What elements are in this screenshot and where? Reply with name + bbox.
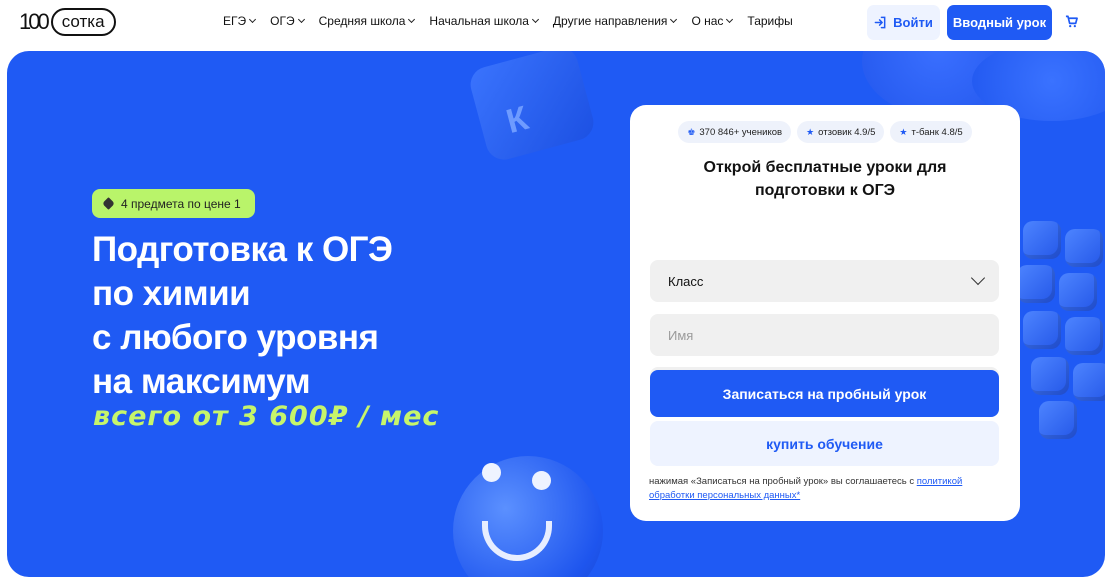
nav-label: Другие направления (552, 14, 668, 28)
name-field[interactable]: Имя (650, 314, 999, 356)
decor-key (1039, 401, 1077, 439)
decor-key (1023, 311, 1061, 349)
hero-title-line: на максимум (92, 362, 311, 401)
hero-title-line: Подготовка к ОГЭ (92, 230, 393, 269)
nav-item-middle-school[interactable]: Средняя школа (318, 14, 416, 28)
smiley-eye (532, 471, 551, 490)
stat-text: 370 846+ учеников (699, 126, 783, 138)
nav-item-about[interactable]: О нас (691, 14, 734, 28)
stat-otzovik: ★ отзовик 4.9/5 (797, 121, 885, 143)
star-icon: ★ (806, 126, 815, 137)
name-field-placeholder: Имя (668, 327, 694, 343)
nav-item-oge[interactable]: ОГЭ (270, 14, 305, 28)
decor-keyboard (1017, 201, 1105, 461)
signup-form-card: ♚ 370 846+ учеников ★ отзовик 4.9/5 ★ т-… (630, 105, 1020, 521)
decor-key (1017, 265, 1055, 303)
chevron-down-icon (297, 15, 305, 24)
stats-row: ♚ 370 846+ учеников ★ отзовик 4.9/5 ★ т-… (630, 121, 1020, 143)
promo-badge: 4 предмета по цене 1 (92, 189, 255, 218)
decor-cube (466, 51, 598, 164)
hero-price: всего от 3 600₽ / мес (93, 401, 440, 432)
login-label: Войти (893, 15, 933, 30)
stat-students: ♚ 370 846+ учеников (678, 121, 792, 143)
people-icon: ♚ (687, 126, 696, 137)
chevron-down-icon (249, 15, 257, 24)
nav-label: О нас (691, 14, 724, 28)
nav-item-pricing[interactable]: Тарифы (747, 14, 792, 28)
hero-title: Подготовка к ОГЭ по химии с любого уровн… (92, 228, 552, 404)
nav-item-primary-school[interactable]: Начальная школа (429, 14, 539, 28)
hero-banner: К 4 предмета по цене 1 Подготовка к ОГЭ … (7, 51, 1105, 577)
promo-badge-text: 4 предмета по цене 1 (121, 196, 241, 211)
intro-lesson-button[interactable]: Вводный урок (947, 5, 1052, 40)
class-select-value: Класс (668, 273, 704, 289)
class-select[interactable]: Класс (650, 260, 999, 302)
nav-label: Тарифы (747, 14, 793, 28)
site-header: 100 сотка ЕГЭ ОГЭ Средняя школа Начальна… (0, 0, 1113, 48)
stat-text: т-банк 4.8/5 (911, 126, 963, 138)
chevron-down-icon (408, 15, 416, 24)
chevron-down-icon (970, 270, 986, 286)
consent-text: нажимая «Записаться на пробный урок» вы … (649, 476, 917, 487)
nav-label: Средняя школа (318, 14, 406, 28)
main-nav: ЕГЭ ОГЭ Средняя школа Начальная школа Др… (223, 14, 808, 28)
hero-title-line: по химии (92, 274, 251, 313)
login-button[interactable]: Войти (867, 5, 940, 40)
logo[interactable]: 100 сотка (19, 8, 116, 36)
nav-label: ОГЭ (270, 14, 295, 28)
hero-title-line: с любого уровня (92, 318, 379, 357)
buy-course-button[interactable]: купить обучение (650, 421, 999, 466)
nav-item-ege[interactable]: ЕГЭ (223, 14, 257, 28)
nav-label: Начальная школа (429, 14, 529, 28)
decor-key (1031, 357, 1069, 395)
trial-lesson-button[interactable]: Записаться на пробный урок (650, 370, 999, 417)
nav-item-other[interactable]: Другие направления (552, 14, 678, 28)
smiley-eye (482, 463, 501, 482)
star-icon: ★ (899, 126, 908, 137)
decor-key (1065, 229, 1103, 267)
stat-tbank: ★ т-банк 4.8/5 (890, 121, 972, 143)
logo-word: сотка (50, 8, 116, 36)
decor-key (1073, 363, 1105, 401)
logo-number: 100 (19, 9, 50, 34)
chevron-down-icon (670, 15, 678, 24)
decor-key (1065, 317, 1103, 355)
login-icon (874, 16, 886, 29)
stat-text: отзовик 4.9/5 (818, 126, 876, 138)
decor-key (1059, 273, 1097, 311)
tag-icon (102, 197, 115, 210)
decor-key (1023, 221, 1061, 259)
form-title: Открой бесплатные уроки для подготовки к… (703, 159, 947, 199)
chevron-down-icon (531, 15, 539, 24)
consent-note: нажимая «Записаться на пробный урок» вы … (649, 475, 999, 503)
cart-icon[interactable] (1065, 15, 1078, 33)
nav-label: ЕГЭ (223, 14, 247, 28)
chevron-down-icon (726, 15, 734, 24)
